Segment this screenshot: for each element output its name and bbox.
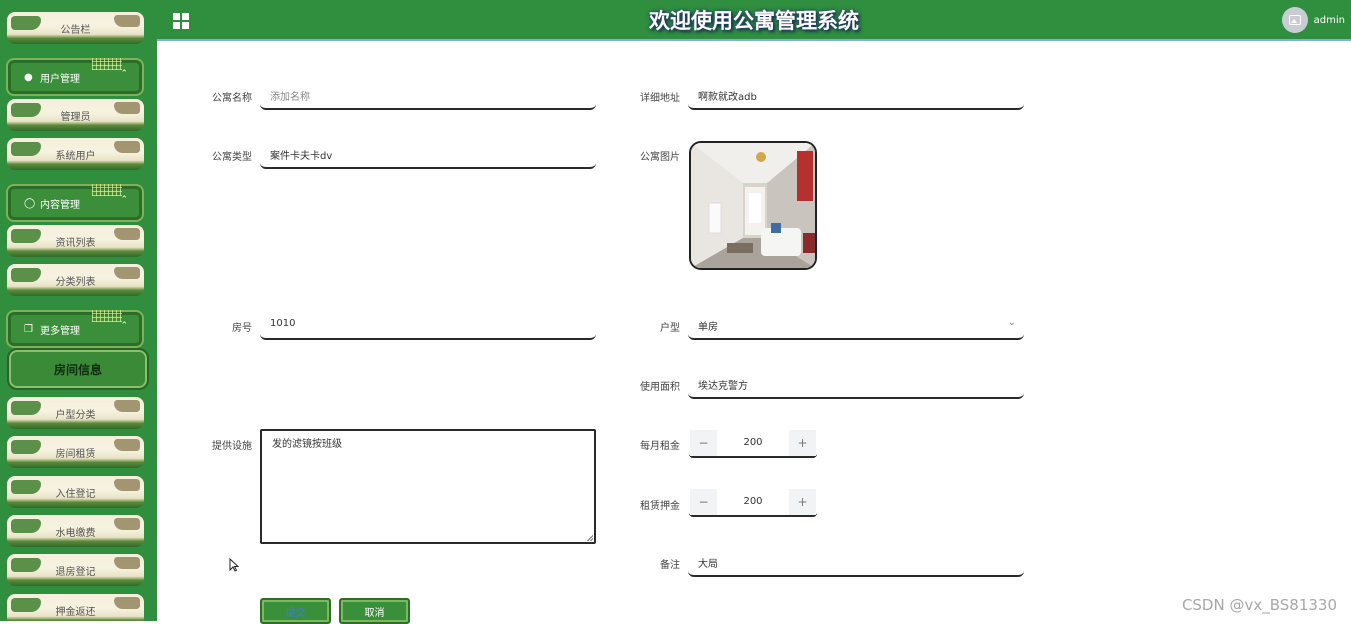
rent-value[interactable]: 200 <box>717 437 789 448</box>
sidebar-item-news[interactable]: 资讯列表 <box>7 225 144 257</box>
message-icon: ◯ <box>24 197 36 209</box>
sidebar-item-admin[interactable]: 管理员 <box>7 99 144 131</box>
sidebar-item-utilities[interactable]: 水电缴费 <box>7 515 144 547</box>
watermark: CSDN @vx_BS81330 <box>1181 596 1337 614</box>
sidebar-item-layout-category[interactable]: 户型分类 <box>7 397 144 429</box>
sidebar-item-checkout[interactable]: 退房登记 <box>7 554 144 586</box>
facility-textarea[interactable]: 发的滤镜按班级 <box>260 429 596 544</box>
sidebar-item-system-users[interactable]: 系统用户 <box>7 138 144 170</box>
layout-select[interactable]: 单房 ⌄ <box>688 310 1024 340</box>
remark-input[interactable]: 大局 <box>688 547 1024 577</box>
user-icon: ● <box>24 71 33 83</box>
type-label: 公寓类型 <box>212 152 252 163</box>
chevron-down-icon: ⌄ <box>1007 317 1016 328</box>
sidebar-group-content[interactable]: ◯ 内容管理 ⌃ <box>6 184 144 222</box>
top-header: 欢迎使用公寓管理系统 admin <box>157 0 1351 41</box>
apartment-photo[interactable] <box>689 141 817 270</box>
facility-label: 提供设施 <box>212 441 252 452</box>
cancel-button[interactable]: 取消 <box>339 598 410 624</box>
avatar[interactable] <box>1282 7 1308 33</box>
sidebar-group-users[interactable]: ● 用户管理 ⌃ <box>6 58 144 96</box>
minus-icon[interactable]: − <box>690 489 717 515</box>
chevron-up-icon: ⌃ <box>120 195 128 205</box>
username[interactable]: admin <box>1314 15 1345 26</box>
image-label: 公寓图片 <box>640 152 680 163</box>
sidebar-item-checkin[interactable]: 入住登记 <box>7 476 144 508</box>
chevron-up-icon: ⌃ <box>120 321 128 331</box>
sidebar-item-room-info[interactable]: 房间信息 <box>7 348 149 390</box>
room-photo-image <box>691 143 815 268</box>
type-input[interactable]: 案件卡夫卡dv <box>260 139 596 169</box>
submit-button[interactable]: 提交 <box>260 598 331 624</box>
deposit-stepper[interactable]: − 200 + <box>689 489 817 517</box>
sidebar-group-more[interactable]: ❐ 更多管理 ⌃ <box>6 310 144 348</box>
address-label: 详细地址 <box>640 93 680 104</box>
sidebar-item-room-rental[interactable]: 房间租赁 <box>7 436 144 468</box>
rent-stepper[interactable]: − 200 + <box>689 430 817 458</box>
name-label: 公寓名称 <box>212 93 252 104</box>
copy-icon: ❐ <box>24 323 33 335</box>
name-input[interactable]: 添加名称 <box>260 80 596 110</box>
chevron-up-icon: ⌃ <box>120 69 128 79</box>
sidebar-item-categories[interactable]: 分类列表 <box>7 264 144 296</box>
deposit-value[interactable]: 200 <box>717 496 789 507</box>
deposit-label: 租赁押金 <box>640 501 680 512</box>
area-label: 使用面积 <box>640 382 680 393</box>
page-title: 欢迎使用公寓管理系统 <box>649 9 859 33</box>
room-number-label: 房号 <box>232 323 252 334</box>
layout-label: 户型 <box>660 323 680 334</box>
remark-label: 备注 <box>660 560 680 571</box>
sidebar: 公告栏 ● 用户管理 ⌃ 管理员 系统用户 ◯ 内容管理 ⌃ 资讯列表 分类列表… <box>0 0 157 621</box>
image-icon <box>1289 15 1301 25</box>
plus-icon[interactable]: + <box>789 489 816 515</box>
address-input[interactable]: 啊款就改adb <box>688 80 1024 110</box>
resize-handle-icon[interactable] <box>587 535 593 541</box>
rent-label: 每月租金 <box>640 441 680 452</box>
area-input[interactable]: 埃达克警方 <box>688 369 1024 399</box>
minus-icon[interactable]: − <box>690 430 717 456</box>
plus-icon[interactable]: + <box>789 430 816 456</box>
sidebar-item-notice[interactable]: 公告栏 <box>7 12 144 44</box>
room-number-input[interactable]: 1010 <box>260 310 596 340</box>
mouse-cursor-icon <box>229 558 239 572</box>
sidebar-item-deposit-return[interactable]: 押金返还 <box>7 594 144 621</box>
